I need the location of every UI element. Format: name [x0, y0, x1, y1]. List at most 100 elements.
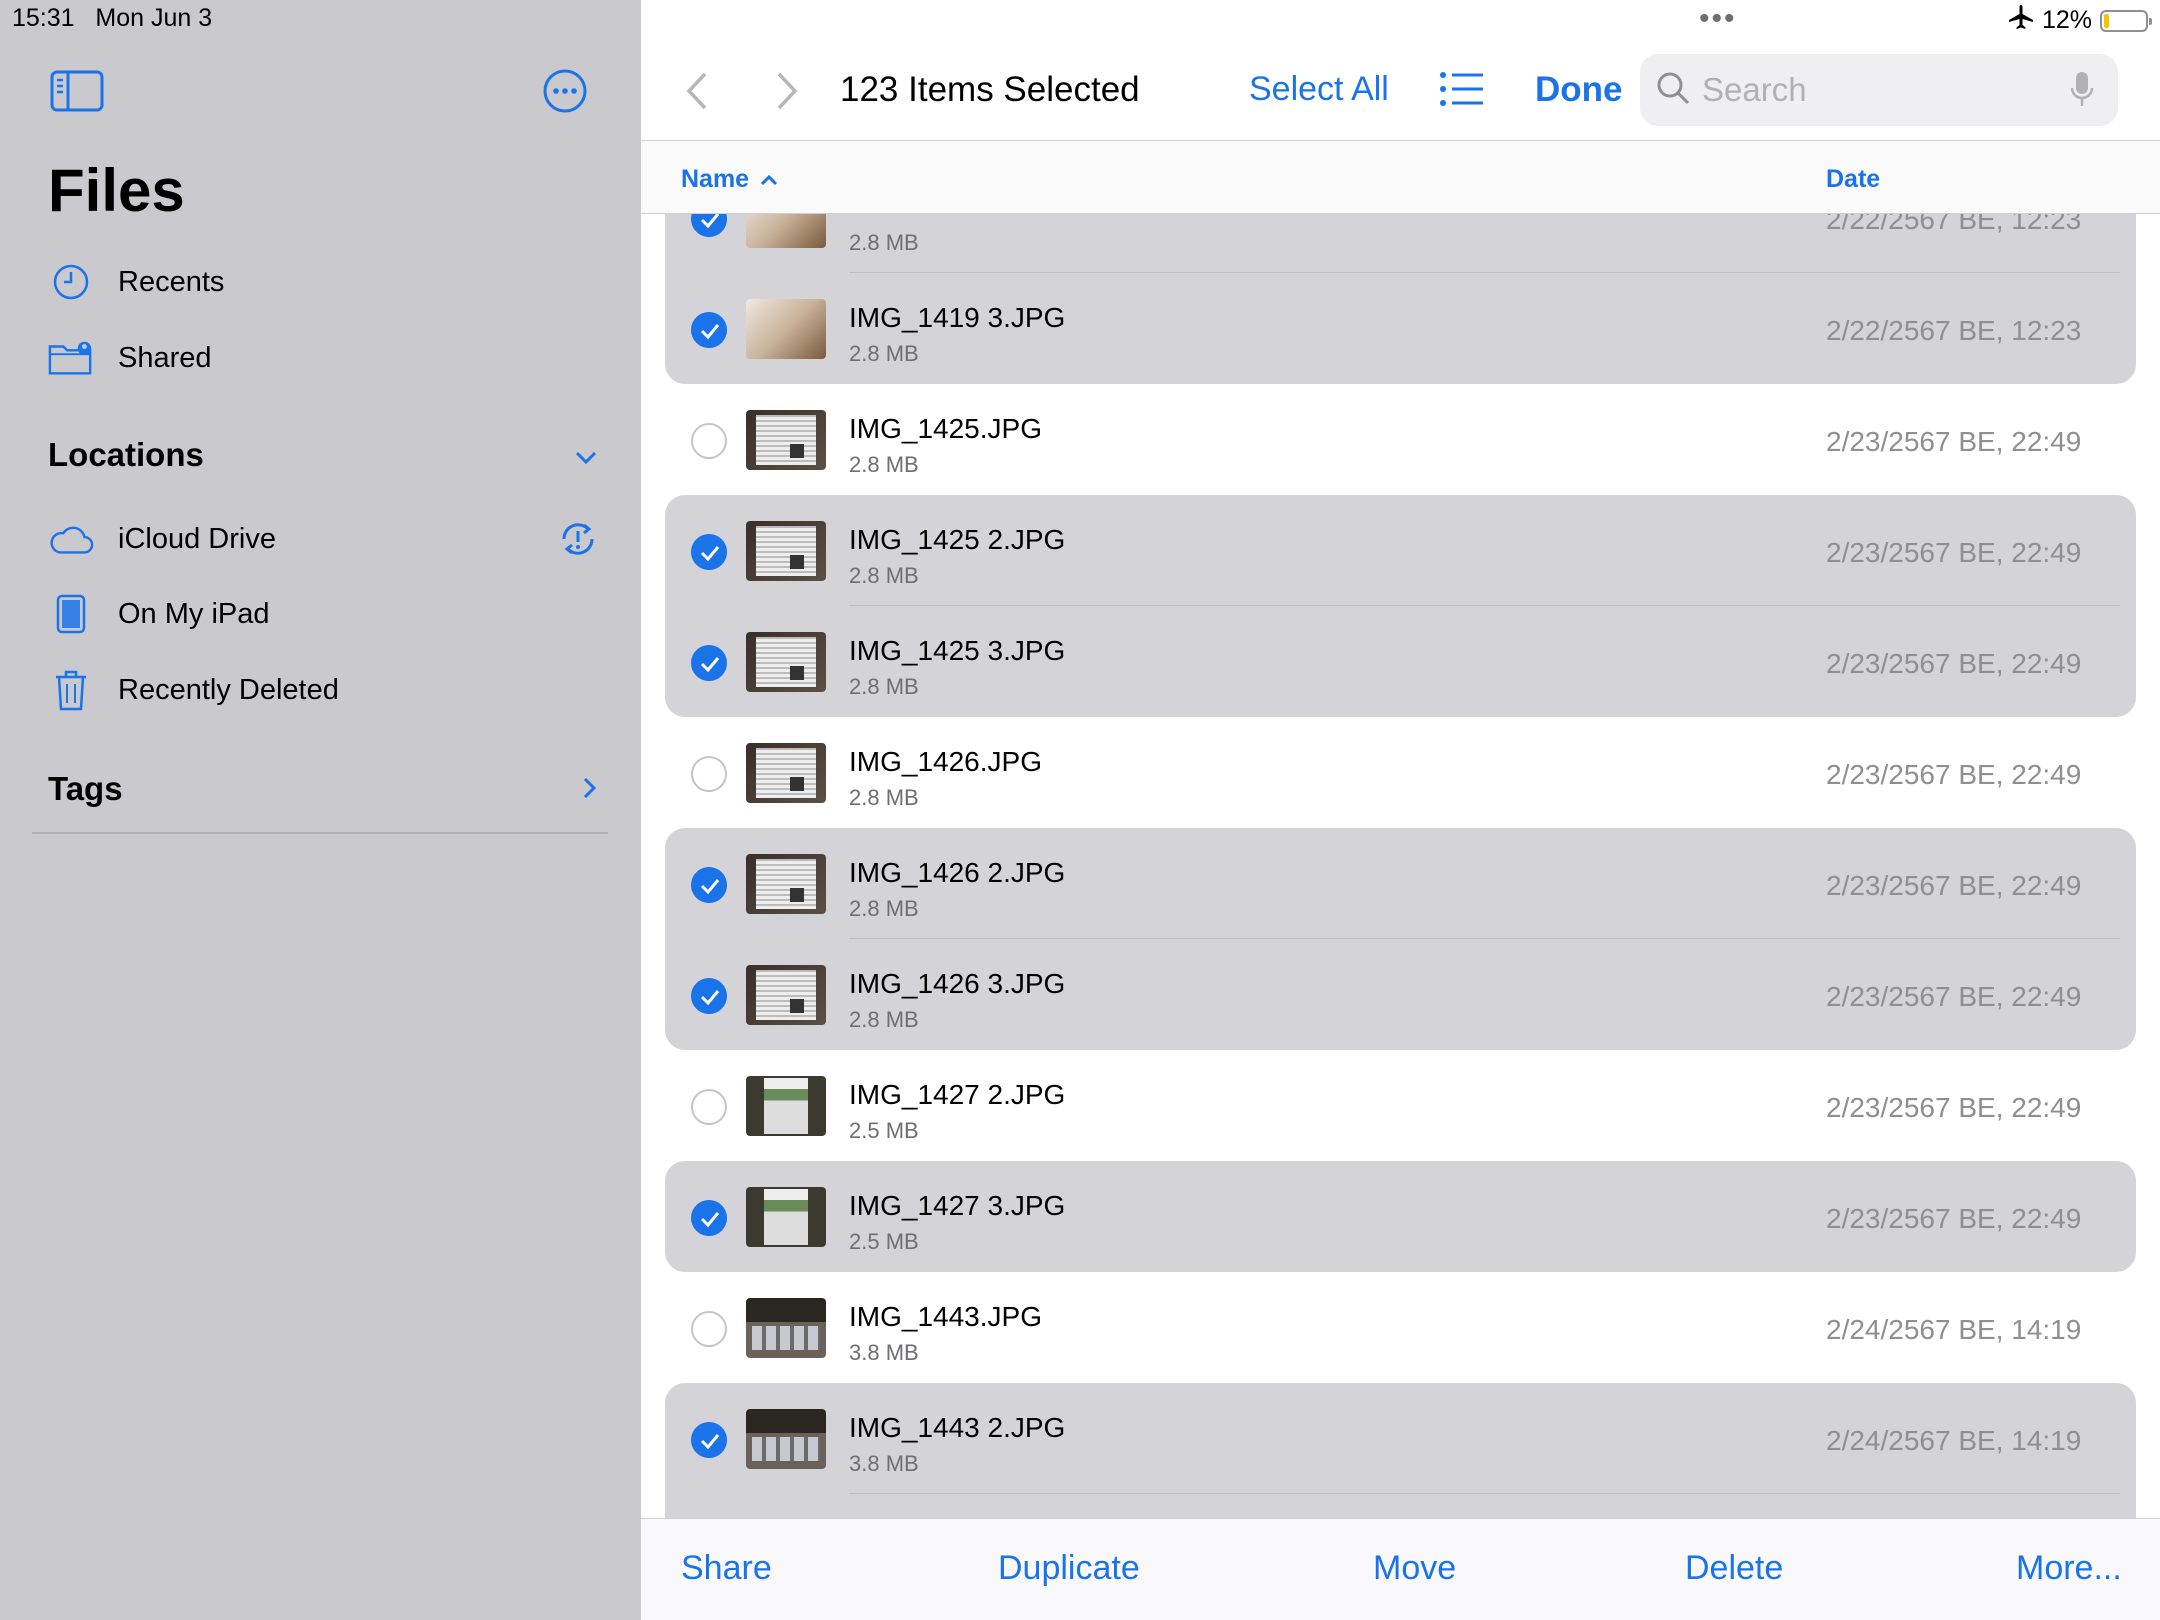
- tags-section-header[interactable]: Tags: [48, 770, 598, 808]
- file-row[interactable]: IMG_1427 3.JPG 2.5 MB 2/23/2567 BE, 22:49: [641, 1161, 2160, 1272]
- sidebar-item-recently-deleted[interactable]: Recently Deleted: [48, 660, 608, 720]
- search-input[interactable]: [1702, 71, 2032, 109]
- file-date: 2/24/2567 BE, 14:19: [1826, 1314, 2082, 1345]
- file-date: 2/23/2567 BE, 22:49: [1826, 426, 2082, 457]
- chevron-right-icon[interactable]: [582, 770, 598, 808]
- file-size: 2.8 MB: [849, 674, 919, 699]
- sync-alert-icon[interactable]: [556, 517, 600, 569]
- select-all-button[interactable]: Select All: [1249, 70, 1389, 109]
- checkmark-icon[interactable]: [691, 978, 727, 1014]
- date-column-sort[interactable]: Date: [1826, 165, 1880, 194]
- name-column-label: Name: [681, 165, 750, 193]
- file-thumbnail: [746, 743, 826, 803]
- file-row[interactable]: IMG_1426 3.JPG 2.8 MB 2/23/2567 BE, 22:49: [641, 939, 2160, 1050]
- sidebar-item-label: Shared: [118, 341, 212, 374]
- microphone-icon[interactable]: [2070, 70, 2094, 115]
- file-date: 2/22/2567 BE, 12:23: [1826, 315, 2082, 346]
- forward-chevron-icon[interactable]: [773, 70, 803, 112]
- file-thumbnail: [746, 1076, 826, 1136]
- back-chevron-icon[interactable]: [681, 70, 711, 112]
- unchecked-circle-icon[interactable]: [691, 423, 727, 459]
- more-button[interactable]: More...: [2016, 1549, 2122, 1588]
- file-row[interactable]: 2.8 MB 2/22/2567 BE, 12:23: [641, 214, 2160, 273]
- file-row[interactable]: IMG_1425 3.JPG 2.8 MB 2/23/2567 BE, 22:49: [641, 606, 2160, 717]
- sidebar-item-label: Recently Deleted: [118, 673, 339, 706]
- name-column-sort[interactable]: Name: [681, 165, 779, 194]
- locations-section-header[interactable]: Locations: [48, 436, 598, 474]
- sidebar-item-recents[interactable]: Recents: [48, 252, 608, 312]
- file-size: 3.8 MB: [849, 1451, 919, 1476]
- file-name: IMG_1443.JPG: [849, 1301, 1042, 1332]
- file-date: 2/22/2567 BE, 12:23: [1826, 214, 2082, 235]
- file-row[interactable]: [641, 1494, 2160, 1518]
- multitasking-dots-icon[interactable]: •••: [1699, 2, 1737, 36]
- search-field[interactable]: [1640, 54, 2118, 126]
- duplicate-button[interactable]: Duplicate: [998, 1549, 1140, 1588]
- checkmark-icon[interactable]: [691, 534, 727, 570]
- selection-title: 123 Items Selected: [840, 70, 1140, 109]
- file-row[interactable]: IMG_1427 2.JPG 2.5 MB 2/23/2567 BE, 22:49: [641, 1050, 2160, 1161]
- sidebar-item-shared[interactable]: Shared: [48, 328, 608, 388]
- files-title: Files: [48, 157, 185, 224]
- file-date: 2/23/2567 BE, 22:49: [1826, 981, 2082, 1012]
- delete-button[interactable]: Delete: [1685, 1549, 1783, 1588]
- unchecked-circle-icon[interactable]: [691, 1311, 727, 1347]
- battery-icon: [2100, 9, 2152, 32]
- file-name: IMG_1427 3.JPG: [849, 1190, 1066, 1221]
- checkmark-icon[interactable]: [691, 214, 727, 237]
- airplane-mode-icon: [2008, 4, 2034, 37]
- unchecked-circle-icon[interactable]: [691, 756, 727, 792]
- file-name: IMG_1425 3.JPG: [849, 635, 1066, 666]
- sidebar-item-on-my-ipad[interactable]: On My iPad: [48, 584, 608, 644]
- file-size: 2.8 MB: [849, 230, 919, 255]
- checkmark-icon[interactable]: [691, 1422, 727, 1458]
- ipad-icon: [48, 591, 94, 637]
- chevron-up-icon: [759, 165, 779, 194]
- checkmark-icon[interactable]: [691, 312, 727, 348]
- move-button[interactable]: Move: [1373, 1549, 1456, 1588]
- chevron-down-icon[interactable]: [574, 436, 598, 474]
- checkmark-icon[interactable]: [691, 1200, 727, 1236]
- file-date: 2/23/2567 BE, 22:49: [1826, 759, 2082, 790]
- file-row[interactable]: IMG_1425 2.JPG 2.8 MB 2/23/2567 BE, 22:49: [641, 495, 2160, 606]
- file-row[interactable]: IMG_1425.JPG 2.8 MB 2/23/2567 BE, 22:49: [641, 384, 2160, 495]
- file-thumbnail: [746, 1187, 826, 1247]
- bottom-toolbar: Share Duplicate Move Delete More...: [641, 1518, 2160, 1620]
- column-header: Name Date: [641, 140, 2160, 214]
- file-list: 2.8 MB 2/22/2567 BE, 12:23 IMG_1419 3.JPG 2…: [641, 214, 2160, 1518]
- file-row[interactable]: IMG_1443.JPG 3.8 MB 2/24/2567 BE, 14:19: [641, 1272, 2160, 1383]
- checkmark-icon[interactable]: [691, 645, 727, 681]
- status-time: 15:31 Mon Jun 3: [12, 4, 212, 33]
- file-browser: ••• 123 Items Selected Select All Done N…: [641, 0, 2160, 1620]
- file-name: IMG_1425.JPG: [849, 413, 1042, 444]
- done-button[interactable]: Done: [1535, 70, 1623, 110]
- file-name: IMG_1427 2.JPG: [849, 1079, 1066, 1110]
- sidebar: Files Recents Shared Locations iCloud Dr…: [0, 0, 641, 1620]
- unchecked-circle-icon[interactable]: [691, 1089, 727, 1125]
- file-size: 2.8 MB: [849, 896, 919, 921]
- file-thumbnail: [746, 214, 826, 248]
- sidebar-item-icloud-drive[interactable]: iCloud Drive: [48, 509, 608, 569]
- clock-icon: [48, 259, 94, 305]
- file-date: 2/23/2567 BE, 22:49: [1826, 537, 2082, 568]
- share-button[interactable]: Share: [681, 1549, 772, 1588]
- search-icon: [1656, 71, 1690, 110]
- file-row[interactable]: IMG_1426 2.JPG 2.8 MB 2/23/2567 BE, 22:49: [641, 828, 2160, 939]
- checkmark-icon[interactable]: [691, 867, 727, 903]
- list-view-icon[interactable]: [1439, 70, 1485, 110]
- sidebar-toggle-icon[interactable]: [50, 70, 104, 112]
- more-options-icon[interactable]: [542, 68, 588, 114]
- file-row[interactable]: IMG_1419 3.JPG 2.8 MB 2/22/2567 BE, 12:23: [641, 273, 2160, 384]
- file-size: 2.8 MB: [849, 563, 919, 588]
- file-thumbnail: [746, 1409, 826, 1469]
- file-name: IMG_1426.JPG: [849, 746, 1042, 777]
- tags-header-label: Tags: [48, 770, 123, 807]
- file-size: 3.8 MB: [849, 1340, 919, 1365]
- file-size: 2.5 MB: [849, 1229, 919, 1254]
- file-size: 2.8 MB: [849, 452, 919, 477]
- file-row[interactable]: IMG_1443 2.JPG 3.8 MB 2/24/2567 BE, 14:19: [641, 1383, 2160, 1494]
- file-row[interactable]: IMG_1426.JPG 2.8 MB 2/23/2567 BE, 22:49: [641, 717, 2160, 828]
- file-thumbnail: [746, 965, 826, 1025]
- file-thumbnail: [746, 854, 826, 914]
- sidebar-item-label: Recents: [118, 265, 225, 298]
